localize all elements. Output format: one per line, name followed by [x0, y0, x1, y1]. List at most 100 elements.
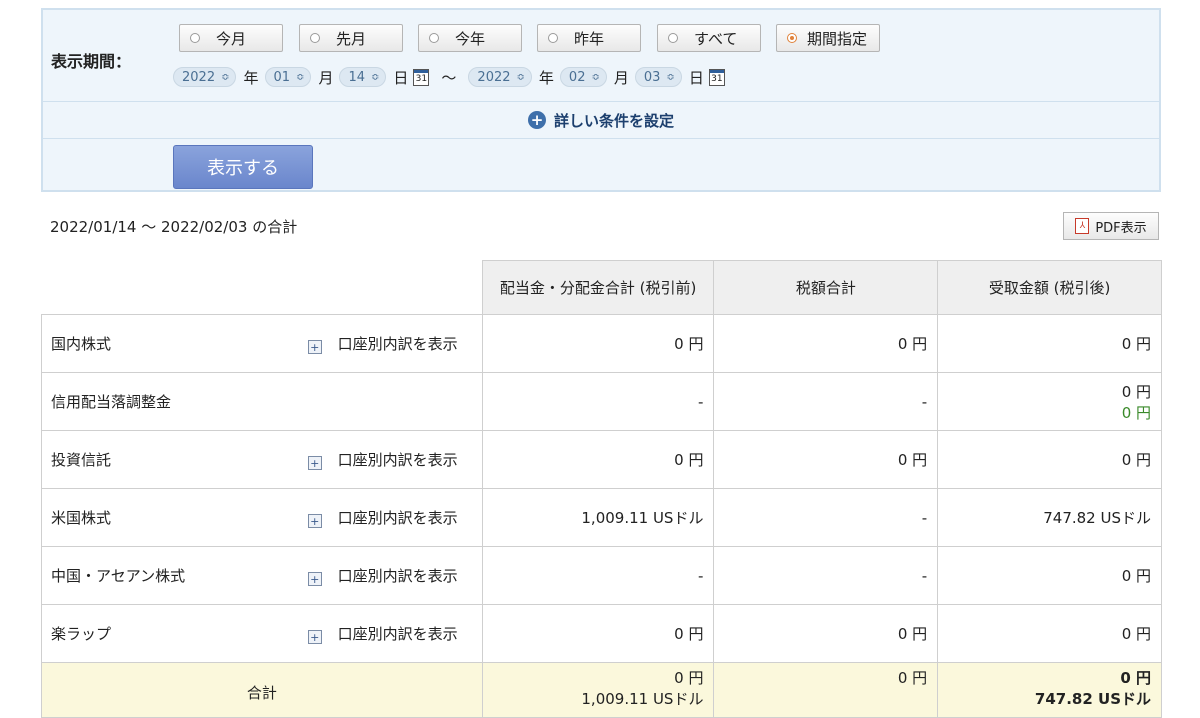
- pretax-cell-value: 1,009.11 USドル: [581, 509, 704, 527]
- table-row: 米国株式 + 口座別内訳を表示 1,009.11 USドル - 747.82 USドル: [41, 488, 1162, 547]
- period-button-this-month[interactable]: 今月: [179, 24, 283, 52]
- date-range: 2022 ≎ 年 01 ≎ 月 14 ≎ 日 31 〜 2022 ≎ 年 02 ≎ 月 0…: [173, 66, 731, 88]
- radio-icon: [190, 33, 200, 43]
- header-tax: 税額合計: [713, 260, 939, 315]
- radio-icon: [548, 33, 558, 43]
- to-day-select[interactable]: 03 ≎: [634, 67, 682, 87]
- net-cell: 747.82 USドル: [937, 488, 1162, 547]
- account-breakdown-label[interactable]: 口座別内訳を表示: [338, 451, 458, 469]
- account-breakdown-link[interactable]: + 口座別内訳を表示: [281, 604, 483, 663]
- from-month-select[interactable]: 01 ≎: [264, 67, 312, 87]
- divider: [43, 138, 1159, 139]
- calendar-icon[interactable]: 31: [413, 68, 430, 86]
- total-tax-cell: 0 円: [713, 662, 939, 718]
- period-button-last-year[interactable]: 昨年: [537, 24, 641, 52]
- to-year-select[interactable]: 2022 ≎: [468, 67, 532, 87]
- tax-cell: 0 円: [713, 430, 939, 489]
- account-breakdown-link[interactable]: + 口座別内訳を表示: [281, 314, 483, 373]
- from-year-select[interactable]: 2022 ≎: [173, 67, 237, 87]
- pretax-cell-value: -: [698, 392, 704, 411]
- expand-plus-icon[interactable]: +: [307, 572, 322, 586]
- table-row: 国内株式 + 口座別内訳を表示 0 円 0 円 0 円: [41, 314, 1162, 373]
- net-cell-value: 747.82 USドル: [1043, 509, 1151, 527]
- total-net-cell: 0 円 747.82 USドル: [937, 662, 1162, 718]
- period-button-label: 昨年: [574, 29, 605, 48]
- total-pretax-cell: 0 円 1,009.11 USドル: [481, 662, 715, 718]
- chevron-updown-icon: ≎: [221, 71, 230, 83]
- period-row: 表示期間： 今月 先月 今年 昨年 すべて 期間指定 2022 ≎ 年 01 ≎…: [43, 10, 1159, 102]
- detail-conditions-label: 詳しい条件を設定: [553, 111, 674, 130]
- account-breakdown-link[interactable]: + 口座別内訳を表示: [281, 488, 483, 547]
- total-net-cell-value: 0 円: [1120, 669, 1151, 687]
- period-button-last-month[interactable]: 先月: [299, 24, 403, 52]
- show-button[interactable]: 表示する: [173, 145, 313, 189]
- month-unit: 月: [318, 68, 334, 87]
- period-button-label: すべて: [694, 29, 738, 48]
- tax-cell: 0 円: [713, 314, 939, 373]
- to-day-value: 03: [643, 69, 661, 85]
- expand-plus-icon[interactable]: +: [307, 514, 322, 528]
- to-month-value: 02: [568, 69, 586, 85]
- net-cell: 0 円: [937, 430, 1162, 489]
- net-cell: 0 円0 円: [937, 372, 1162, 431]
- header-pretax: 配当金・分配金合計 (税引前): [481, 260, 715, 315]
- period-button-custom[interactable]: 期間指定: [776, 24, 880, 52]
- pretax-cell: 0 円: [481, 314, 715, 373]
- year-unit: 年: [538, 68, 554, 87]
- tax-cell: -: [713, 372, 939, 431]
- net-cell-value: 0 円: [1121, 567, 1151, 585]
- tax-cell: -: [713, 546, 939, 605]
- period-button-this-year[interactable]: 今年: [418, 24, 522, 52]
- pretax-cell-value: -: [698, 566, 704, 585]
- account-breakdown-empty: [281, 372, 483, 431]
- period-button-label: 今年: [455, 29, 486, 48]
- pdf-button[interactable]: ⅄ PDF表示: [1063, 212, 1159, 240]
- net-cell-value: 0 円: [1121, 382, 1151, 401]
- expand-plus-icon[interactable]: +: [307, 340, 322, 354]
- to-month-select[interactable]: 02 ≎: [559, 67, 607, 87]
- account-breakdown-label[interactable]: 口座別内訳を表示: [338, 625, 458, 643]
- tax-cell-value: -: [921, 508, 928, 527]
- radio-icon: [310, 33, 320, 43]
- from-day-value: 14: [348, 69, 365, 85]
- net-cell-value: 0 円: [1121, 625, 1151, 643]
- pretax-cell-value: 0 円: [674, 335, 704, 353]
- net-cell: 0 円: [937, 314, 1162, 373]
- period-button-all[interactable]: すべて: [657, 24, 761, 52]
- pdf-button-label: PDF表示: [1095, 220, 1147, 236]
- calendar-icon[interactable]: 31: [708, 68, 725, 86]
- chevron-updown-icon: ≎: [666, 71, 675, 83]
- expand-plus-icon[interactable]: +: [307, 456, 322, 470]
- radio-icon: [668, 33, 678, 43]
- tax-cell-value: 0 円: [897, 451, 928, 469]
- account-breakdown-label[interactable]: 口座別内訳を表示: [338, 509, 458, 527]
- total-tax-cell-value: 0 円: [897, 669, 928, 687]
- account-breakdown-label[interactable]: 口座別内訳を表示: [338, 335, 458, 353]
- calendar-day: 31: [711, 73, 723, 84]
- from-year-value: 2022: [182, 69, 216, 85]
- day-unit: 日: [393, 68, 409, 87]
- row-name: 信用配当落調整金: [41, 372, 282, 431]
- table-row: 信用配当落調整金 - -0 円0 円: [41, 372, 1162, 431]
- row-name: 国内株式: [41, 314, 282, 373]
- from-day-select[interactable]: 14 ≎: [339, 67, 387, 87]
- period-label: 表示期間：: [51, 52, 132, 71]
- total-row: 合計 0 円 1,009.11 USドル 0 円 0 円 747.82 USドル: [41, 662, 1162, 718]
- chevron-updown-icon: ≎: [516, 71, 525, 83]
- net-cell-value: 0 円: [1121, 451, 1151, 469]
- pretax-cell: 1,009.11 USドル: [481, 488, 715, 547]
- account-breakdown-link[interactable]: + 口座別内訳を表示: [281, 430, 483, 489]
- table-row: 楽ラップ + 口座別内訳を表示 0 円 0 円 0 円: [41, 604, 1162, 663]
- radio-icon: [429, 33, 439, 43]
- total-net-cell-value: 747.82 USドル: [1034, 690, 1151, 708]
- row-name: 楽ラップ: [41, 604, 282, 663]
- expand-plus-icon[interactable]: +: [307, 630, 322, 644]
- account-breakdown-label[interactable]: 口座別内訳を表示: [338, 567, 458, 585]
- account-breakdown-link[interactable]: + 口座別内訳を表示: [281, 546, 483, 605]
- tax-cell: -: [713, 488, 939, 547]
- to-year-value: 2022: [477, 69, 511, 85]
- pretax-cell: -: [481, 546, 715, 605]
- tax-cell-value: -: [921, 566, 928, 585]
- detail-conditions-link[interactable]: + 詳しい条件を設定: [43, 102, 1159, 138]
- net-cell-value: 0 円: [1121, 403, 1151, 422]
